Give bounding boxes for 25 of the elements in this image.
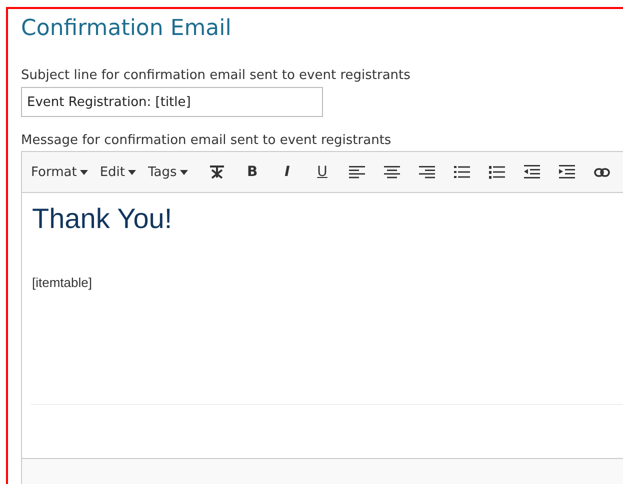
caret-icon bbox=[128, 170, 136, 174]
bullet-list-icon bbox=[454, 166, 470, 178]
align-left-icon bbox=[349, 166, 366, 178]
menu-button[interactable]: Tags bbox=[148, 164, 188, 180]
align-center-icon bbox=[384, 166, 400, 178]
rich-text-editor[interactable]: Format Edit Tags B I U Thank You! [itemtable] bbox=[21, 151, 623, 484]
caret-icon bbox=[180, 170, 188, 174]
clear-format-icon bbox=[209, 165, 226, 179]
caret-icon bbox=[80, 170, 88, 174]
bold-button[interactable]: B bbox=[234, 164, 270, 180]
subject-field[interactable]: Event Registration: [title] bbox=[21, 87, 323, 117]
field-label: Subject line for confirmation email sent to event registrants bbox=[21, 68, 412, 83]
menu-button[interactable]: Format bbox=[31, 164, 88, 180]
link-icon bbox=[594, 168, 610, 176]
message-text: [itemtable] bbox=[32, 275, 93, 290]
outdent-icon bbox=[524, 165, 540, 179]
align-right-icon bbox=[419, 166, 436, 178]
section-heading: Confirmation Email bbox=[21, 16, 232, 43]
italic-button[interactable]: I bbox=[270, 164, 305, 180]
field-label: Message for confirmation email sent to event registrants bbox=[21, 133, 392, 148]
underline-button[interactable]: U bbox=[304, 164, 340, 180]
numbered-list-icon bbox=[489, 166, 506, 178]
message-heading: Thank You! bbox=[32, 203, 174, 235]
menu-button[interactable]: Edit bbox=[100, 164, 136, 180]
indent-icon bbox=[559, 165, 576, 179]
